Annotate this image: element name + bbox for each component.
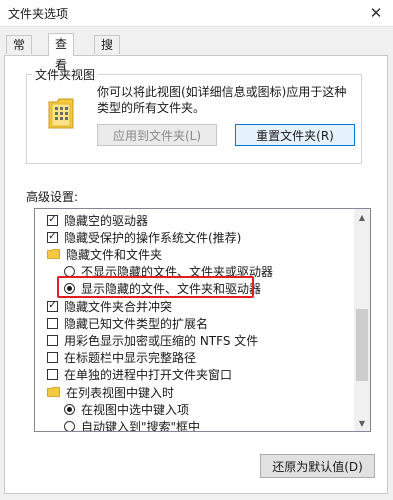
advanced-settings-list[interactable]: ✓ 隐藏空的驱动器 ✓ 隐藏受保护的操作系统文件(推荐) 隐藏文件和文件夹 不显示隐藏的文… bbox=[34, 208, 371, 432]
highlight-annotation bbox=[57, 276, 254, 298]
setting-label: 隐藏受保护的操作系统文件(推荐) bbox=[64, 230, 242, 245]
setting-label: 隐藏空的驱动器 bbox=[64, 213, 149, 228]
setting-row[interactable]: ✓ 隐藏受保护的操作系统文件(推荐) bbox=[47, 228, 241, 246]
window-title: 文件夹选项 bbox=[8, 7, 69, 21]
setting-row[interactable]: ✓ 隐藏空的驱动器 bbox=[47, 211, 148, 229]
title-bar: 文件夹选项 ✕ bbox=[0, 0, 393, 27]
setting-label: 在单独的进程中打开文件夹窗口 bbox=[64, 368, 233, 383]
tab-search[interactable]: 搜索 bbox=[94, 35, 121, 71]
radio-unselected[interactable] bbox=[64, 420, 75, 431]
setting-label: 隐藏文件夹合并冲突 bbox=[64, 299, 173, 314]
setting-label: 隐藏文件和文件夹 bbox=[66, 247, 163, 262]
setting-label: 隐藏已知文件类型的扩展名 bbox=[64, 316, 209, 331]
setting-row: 隐藏文件和文件夹 bbox=[47, 245, 162, 263]
close-icon[interactable]: ✕ bbox=[359, 0, 393, 26]
apply-to-folders-button[interactable]: 应用到文件夹(L) bbox=[97, 124, 217, 146]
setting-row[interactable]: 用彩色显示加密或压缩的 NTFS 文件 bbox=[47, 331, 258, 349]
setting-label: 在标题栏中显示完整路径 bbox=[64, 351, 197, 366]
checkbox-unchecked[interactable] bbox=[47, 317, 58, 329]
setting-label: 自动键入到"搜索"框中 bbox=[81, 419, 201, 432]
setting-row[interactable]: 自动键入到"搜索"框中 bbox=[64, 417, 201, 432]
tab-view[interactable]: 查看 bbox=[48, 33, 75, 72]
checkbox-checked[interactable]: ✓ bbox=[47, 300, 58, 312]
setting-row: 在列表视图中键入时 bbox=[47, 383, 174, 401]
radio-selected[interactable] bbox=[64, 403, 75, 415]
checkbox-checked[interactable]: ✓ bbox=[47, 214, 58, 226]
checkbox-unchecked[interactable] bbox=[47, 369, 58, 381]
scroll-up-icon[interactable]: ▲ bbox=[354, 209, 370, 225]
checkbox-unchecked[interactable] bbox=[47, 352, 58, 364]
scrollbar[interactable]: ▲ ▼ bbox=[354, 209, 370, 431]
checkbox-unchecked[interactable] bbox=[47, 334, 58, 346]
setting-row[interactable]: 隐藏已知文件类型的扩展名 bbox=[47, 314, 208, 332]
setting-label: 在视图中选中键入项 bbox=[81, 402, 190, 417]
reset-folders-button[interactable]: 重置文件夹(R) bbox=[235, 124, 355, 146]
restore-defaults-button[interactable]: 还原为默认值(D) bbox=[260, 454, 375, 478]
setting-row[interactable]: ✓ 隐藏文件夹合并冲突 bbox=[47, 297, 172, 315]
folder-views-description: 你可以将此视图(如详细信息或图标)应用于这种类型的所有文件夹。 bbox=[97, 85, 347, 115]
checkbox-checked[interactable]: ✓ bbox=[47, 231, 58, 243]
tab-general[interactable]: 常规 bbox=[6, 35, 33, 71]
setting-row[interactable]: 在视图中选中键入项 bbox=[64, 400, 189, 418]
scroll-down-icon[interactable]: ▼ bbox=[354, 415, 370, 431]
setting-label: 用彩色显示加密或压缩的 NTFS 文件 bbox=[64, 333, 259, 348]
setting-row[interactable]: 在标题栏中显示完整路径 bbox=[47, 349, 196, 367]
scroll-thumb[interactable] bbox=[356, 309, 368, 381]
folder-grid-icon bbox=[48, 98, 74, 129]
advanced-settings-label: 高级设置: bbox=[26, 190, 79, 204]
folder-icon bbox=[47, 387, 60, 397]
setting-label: 在列表视图中键入时 bbox=[66, 385, 175, 400]
folder-icon bbox=[47, 249, 60, 260]
setting-row[interactable]: 在单独的进程中打开文件夹窗口 bbox=[47, 366, 232, 384]
